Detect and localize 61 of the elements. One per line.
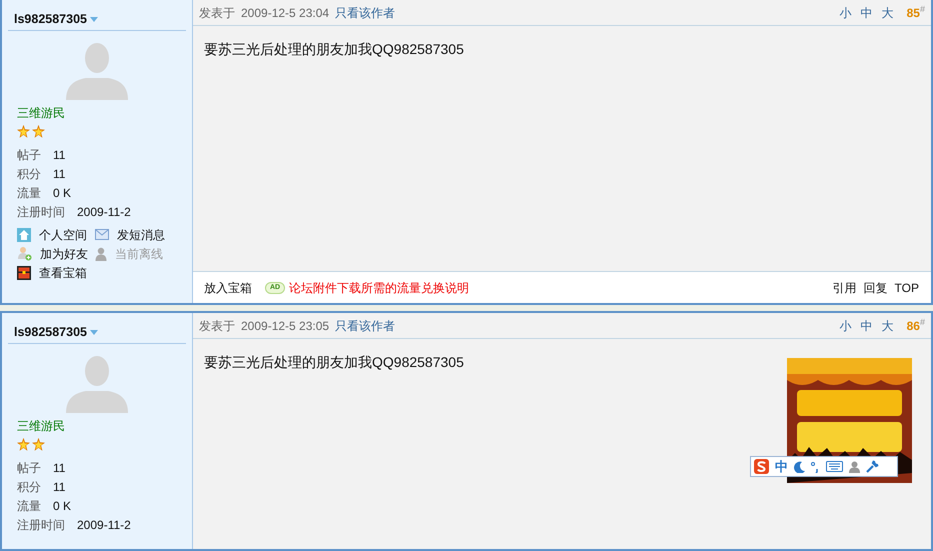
author-name-link[interactable]: ls982587305 (8, 10, 186, 31)
stat-label: 帖子 (17, 147, 41, 164)
user-icon[interactable] (849, 460, 860, 472)
stat-label: 积分 (17, 166, 41, 184)
ime-logo-icon[interactable] (754, 459, 769, 474)
stat-label: 帖子 (17, 460, 41, 478)
font-size-link[interactable]: 大 (882, 316, 894, 334)
font-size-link[interactable]: 中 (860, 4, 873, 22)
author-only-link[interactable]: 只看该作者 (335, 316, 396, 334)
star-icon (17, 124, 30, 138)
profile-action-link[interactable]: 发短消息 (117, 226, 165, 244)
stat-value: 0 K (53, 185, 72, 202)
stat-label: 流量 (17, 185, 41, 202)
stat-label: 注册时间 (17, 517, 65, 534)
font-size-link[interactable]: 中 (860, 316, 873, 334)
user-rank: 三维游民 (17, 104, 66, 122)
star-icon (32, 124, 45, 138)
posted-label: 发表于 (199, 318, 235, 334)
treasure-chest-icon (17, 266, 31, 280)
stat-value: 2009-11-2 (77, 204, 131, 222)
wrench-icon[interactable] (866, 460, 879, 473)
stat-label: 注册时间 (17, 204, 65, 222)
posted-label: 发表于 (199, 4, 235, 22)
profile-action-link[interactable]: 加为好友 (40, 244, 88, 263)
ad-link[interactable]: 论坛附件下载所需的流量兑换说明 (289, 278, 470, 296)
post-time: 2009-12-5 23:04 (241, 4, 330, 22)
stat-label: 流量 (17, 498, 41, 516)
ime-mode-toggle[interactable]: 中 (775, 456, 788, 476)
post-action-link[interactable]: 引用 (832, 278, 857, 296)
envelope-icon (95, 229, 109, 240)
post-body: 要苏三光后处理的朋友加我QQ982587305 (204, 40, 464, 59)
punctuation-icon[interactable] (811, 460, 820, 472)
moon-icon[interactable] (794, 460, 805, 472)
home-icon (17, 228, 31, 242)
font-size-link[interactable]: 大 (882, 4, 894, 22)
post-action-link[interactable]: TOP (894, 278, 919, 296)
stat-value: 11 (53, 166, 66, 184)
post-body: 要苏三光后处理的朋友加我QQ982587305 (204, 353, 464, 372)
star-icon (17, 438, 30, 451)
profile-action-link[interactable]: 查看宝箱 (39, 264, 87, 282)
add-user-icon (17, 246, 32, 262)
add-to-chest-link[interactable]: 放入宝箱 (204, 278, 252, 296)
font-size-link[interactable]: 小 (840, 316, 852, 334)
stat-value: 11 (53, 479, 66, 496)
star-icon (32, 438, 45, 451)
profile-action-link[interactable]: 个人空间 (39, 226, 87, 244)
author-only-link[interactable]: 只看该作者 (335, 4, 396, 22)
caret-icon (90, 330, 98, 335)
user-rank: 三维游民 (17, 418, 66, 435)
font-size-link[interactable]: 小 (840, 4, 852, 22)
stat-value: 2009-11-2 (77, 517, 131, 534)
stat-value: 11 (53, 147, 66, 164)
post-action-link[interactable]: 回复 (864, 278, 888, 296)
stat-label: 积分 (17, 479, 41, 496)
stat-value: 0 K (53, 498, 72, 516)
author-name-link[interactable]: ls982587305 (8, 323, 186, 344)
caret-icon (90, 16, 98, 22)
post-time: 2009-12-5 23:05 (241, 318, 330, 334)
keyboard-icon[interactable] (826, 461, 843, 472)
user-icon (95, 246, 107, 261)
stat-value: 11 (53, 460, 66, 478)
